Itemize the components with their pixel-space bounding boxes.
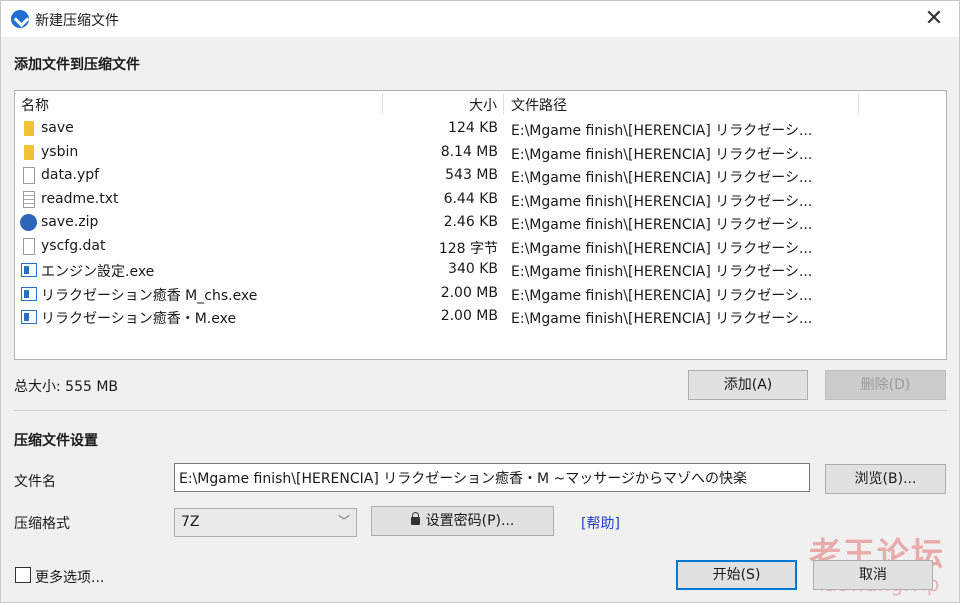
text-file-icon	[23, 190, 35, 208]
file-size: 6.44 KB	[443, 190, 498, 207]
file-size: 2.00 MB	[440, 284, 498, 301]
file-icon	[23, 237, 35, 255]
close-button[interactable]: ✕	[921, 6, 947, 32]
format-value: 7Z	[181, 514, 200, 530]
file-path: E:\Mgame finish\[HERENCIA] リラクゼーシ...	[511, 217, 813, 233]
file-path: E:\Mgame finish\[HERENCIA] リラクゼーシ...	[511, 123, 813, 139]
file-name: data.ypf	[41, 167, 100, 183]
folder-icon	[24, 121, 34, 136]
file-list[interactable]: 名称 大小 文件路径 save 124 KB E:\Mgame finish\[…	[14, 90, 947, 360]
filename-label: 文件名	[14, 474, 56, 490]
column-separator[interactable]	[858, 93, 859, 115]
new-archive-dialog: 新建压缩文件 ✕ 添加文件到压缩文件 名称 大小 文件路径 save 124 K…	[0, 0, 960, 603]
cancel-button[interactable]: 取消	[813, 560, 933, 590]
filename-field[interactable]: E:\Mgame finish\[HERENCIA] リラクゼーション癒香・M …	[174, 463, 810, 492]
total-size: 总大小: 555 MB	[14, 379, 119, 395]
column-header-path[interactable]: 文件路径	[511, 95, 567, 115]
file-path: E:\Mgame finish\[HERENCIA] リラクゼーシ...	[511, 193, 813, 210]
archive-settings-heading: 压缩文件设置	[14, 433, 98, 449]
start-button[interactable]: 开始(S)	[676, 560, 797, 590]
list-item[interactable]: save.zip 2.46 KB E:\Mgame finish\[HERENC…	[15, 211, 946, 235]
file-path: E:\Mgame finish\[HERENCIA] リラクゼーシ...	[511, 264, 813, 280]
file-path: E:\Mgame finish\[HERENCIA] リラクゼーシ...	[511, 170, 813, 186]
exe-icon	[21, 263, 37, 277]
file-name: save.zip	[41, 214, 99, 230]
file-size: 2.00 MB	[440, 308, 498, 324]
file-path: E:\Mgame finish\[HERENCIA] リラクゼーシ...	[511, 240, 813, 257]
column-header-size[interactable]: 大小	[469, 95, 497, 115]
help-link[interactable]: [帮助]	[581, 513, 620, 533]
exe-icon	[21, 310, 37, 324]
file-path: E:\Mgame finish\[HERENCIA] リラクゼーシ...	[511, 287, 813, 304]
folder-icon	[24, 144, 34, 160]
file-icon	[23, 167, 35, 184]
list-item[interactable]: data.ypf 543 MB E:\Mgame finish\[HERENCI…	[15, 164, 946, 188]
zip-icon	[20, 214, 37, 231]
browse-button[interactable]: 浏览(B)...	[825, 464, 946, 494]
remove-button[interactable]: 删除(D)	[825, 370, 946, 400]
file-path: E:\Mgame finish\[HERENCIA] リラクゼーシ...	[511, 146, 813, 163]
list-item[interactable]: ysbin 8.14 MB E:\Mgame finish\[HERENCIA]…	[15, 141, 946, 165]
file-size: 128 字节	[438, 240, 498, 257]
window-title: 新建压缩文件	[35, 13, 119, 29]
more-options-checkbox[interactable]	[15, 567, 31, 583]
list-header: 名称 大小 文件路径	[15, 91, 946, 117]
file-name: ysbin	[41, 143, 79, 160]
exe-icon	[21, 286, 37, 301]
file-size: 2.46 KB	[443, 214, 498, 230]
set-password-label: 设置密码(P)...	[425, 513, 515, 529]
format-label: 压缩格式	[14, 516, 70, 532]
file-name: エンジン設定.exe	[41, 264, 155, 280]
file-name: save	[41, 120, 74, 136]
column-header-name[interactable]: 名称	[21, 95, 49, 115]
more-options-label[interactable]: 更多选项...	[35, 567, 104, 587]
file-path: E:\Mgame finish\[HERENCIA] リラクゼーシ...	[511, 311, 813, 327]
list-item[interactable]: save 124 KB E:\Mgame finish\[HERENCIA] リ…	[15, 117, 946, 141]
column-separator[interactable]	[503, 93, 504, 115]
chevron-down-icon: ﹀	[337, 514, 350, 528]
list-item[interactable]: エンジン設定.exe 340 KB E:\Mgame finish\[HEREN…	[15, 258, 946, 282]
file-name: readme.txt	[41, 190, 119, 207]
set-password-button[interactable]: 设置密码(P)...	[371, 506, 554, 536]
file-name: リラクゼーション癒香・M.exe	[41, 311, 237, 327]
title-bar: 新建压缩文件 ✕	[1, 1, 959, 37]
file-size: 8.14 MB	[440, 143, 498, 160]
file-size: 124 KB	[448, 120, 498, 136]
app-logo-icon	[11, 10, 29, 28]
list-item[interactable]: リラクゼーション癒香 M_chs.exe 2.00 MB E:\Mgame fi…	[15, 282, 946, 306]
add-button[interactable]: 添加(A)	[688, 370, 808, 400]
list-item[interactable]: yscfg.dat 128 字节 E:\Mgame finish\[HERENC…	[15, 235, 946, 259]
file-size: 543 MB	[445, 167, 498, 183]
file-size: 340 KB	[448, 261, 498, 277]
section-divider	[14, 410, 947, 411]
format-select[interactable]: 7Z ﹀	[174, 508, 357, 537]
file-name: yscfg.dat	[41, 237, 106, 254]
list-item[interactable]: readme.txt 6.44 KB E:\Mgame finish\[HERE…	[15, 188, 946, 212]
file-name: リラクゼーション癒香 M_chs.exe	[41, 287, 258, 304]
lock-icon	[410, 512, 420, 525]
list-item[interactable]: リラクゼーション癒香・M.exe 2.00 MB E:\Mgame finish…	[15, 305, 946, 329]
add-files-heading: 添加文件到压缩文件	[14, 57, 140, 73]
column-separator[interactable]	[382, 93, 383, 115]
